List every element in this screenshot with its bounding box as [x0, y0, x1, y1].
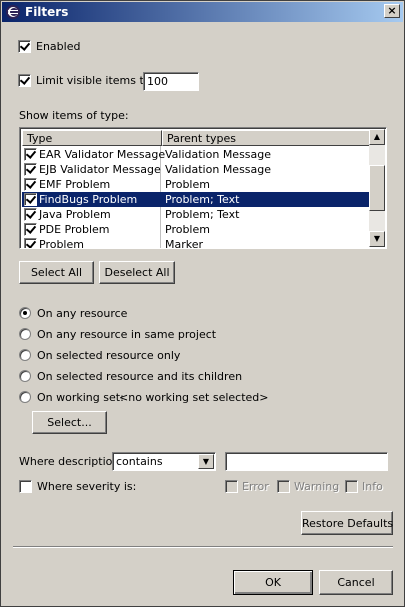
- row-checkbox[interactable]: [24, 178, 37, 191]
- severity-error-label: Error: [242, 480, 269, 493]
- row-parent: Problem: [165, 178, 210, 191]
- table-row[interactable]: EJB Validator Message Validation Message: [22, 162, 370, 177]
- column-header-parent-types[interactable]: Parent types: [162, 130, 370, 146]
- window-title: Filters: [25, 5, 69, 19]
- row-checkbox[interactable]: [24, 238, 37, 248]
- severity-label: Where severity is:: [37, 480, 137, 493]
- working-set-value: <no working set selected>: [119, 391, 269, 404]
- table-scrollbar[interactable]: ▲ ▼: [369, 129, 385, 247]
- types-table: Type Parent types EAR Validator Message …: [19, 127, 387, 249]
- table-row-selected[interactable]: FindBugs Problem Problem; Text: [22, 192, 370, 207]
- severity-info-checkbox[interactable]: [345, 480, 358, 493]
- row-type: PDE Problem: [39, 223, 110, 236]
- table-row[interactable]: Java Problem Problem; Text: [22, 207, 370, 222]
- row-type: Problem: [39, 238, 84, 249]
- description-label: Where description: [19, 455, 120, 468]
- radio-same-project[interactable]: [19, 328, 31, 340]
- radio-any-resource[interactable]: [19, 307, 31, 319]
- row-type: EJB Validator Message: [39, 163, 161, 176]
- ok-button[interactable]: OK: [233, 570, 313, 595]
- table-row[interactable]: EMF Problem Problem: [22, 177, 370, 192]
- severity-checkbox[interactable]: [19, 480, 32, 493]
- severity-info-label: Info: [362, 480, 383, 493]
- types-label: Show items of type:: [19, 109, 129, 122]
- description-operator-value: contains: [116, 455, 163, 468]
- radio-label-selected-children: On selected resource and its children: [37, 370, 243, 383]
- table-row[interactable]: PDE Problem Problem: [22, 222, 370, 237]
- row-parent: Validation Message: [165, 163, 272, 176]
- close-icon[interactable]: ×: [384, 4, 400, 18]
- chevron-down-icon[interactable]: ▼: [198, 454, 214, 469]
- radio-label-selected-only: On selected resource only: [37, 349, 181, 362]
- scroll-down-icon[interactable]: ▼: [369, 231, 385, 247]
- row-type: EMF Problem: [39, 178, 111, 191]
- radio-label-working-set: On working set:: [37, 391, 124, 404]
- title-bar: Filters ×: [2, 2, 403, 22]
- row-parent: Problem; Text: [165, 208, 240, 221]
- row-parent: Marker: [165, 238, 204, 249]
- description-input[interactable]: [225, 452, 388, 471]
- row-type: FindBugs Problem: [39, 193, 138, 206]
- enabled-label: Enabled: [36, 40, 81, 53]
- description-operator-select[interactable]: contains ▼: [112, 452, 216, 471]
- row-checkbox[interactable]: [24, 148, 37, 161]
- filters-dialog: Filters × Enabled Limit visible items to…: [0, 0, 405, 607]
- deselect-all-button[interactable]: Deselect All: [99, 261, 175, 284]
- severity-error-checkbox[interactable]: [225, 480, 238, 493]
- radio-selected-only[interactable]: [19, 349, 31, 361]
- enabled-checkbox[interactable]: [18, 40, 31, 53]
- scroll-up-icon[interactable]: ▲: [369, 129, 385, 145]
- row-checkbox[interactable]: [24, 163, 37, 176]
- row-checkbox[interactable]: [24, 193, 37, 206]
- table-row[interactable]: EAR Validator Message Validation Message: [22, 147, 370, 162]
- row-parent: Validation Message: [165, 148, 272, 161]
- radio-label-same-project: On any resource in same project: [37, 328, 217, 341]
- limit-checkbox[interactable]: [18, 74, 31, 87]
- column-header-type[interactable]: Type: [22, 130, 162, 146]
- radio-selected-children[interactable]: [19, 370, 31, 382]
- row-checkbox[interactable]: [24, 223, 37, 236]
- divider: [13, 546, 393, 548]
- limit-label: Limit visible items to:: [36, 74, 155, 87]
- row-parent: Problem; Text: [165, 193, 240, 206]
- table-header: Type Parent types: [22, 130, 370, 146]
- eclipse-icon: [6, 5, 20, 19]
- radio-working-set[interactable]: [19, 391, 31, 403]
- select-working-set-button[interactable]: Select...: [32, 411, 107, 434]
- restore-defaults-button[interactable]: Restore Defaults: [301, 511, 393, 535]
- row-type: Java Problem: [39, 208, 111, 221]
- severity-warning-label: Warning: [294, 480, 340, 493]
- cancel-button[interactable]: Cancel: [319, 570, 393, 595]
- row-parent: Problem: [165, 223, 210, 236]
- row-checkbox[interactable]: [24, 208, 37, 221]
- select-all-button[interactable]: Select All: [19, 261, 94, 284]
- limit-input[interactable]: 100: [143, 72, 199, 91]
- severity-warning-checkbox[interactable]: [277, 480, 290, 493]
- table-row[interactable]: Problem Marker: [22, 237, 370, 249]
- scroll-thumb[interactable]: [369, 165, 385, 211]
- radio-label-any-resource: On any resource: [37, 307, 128, 320]
- row-type: EAR Validator Message: [39, 148, 166, 161]
